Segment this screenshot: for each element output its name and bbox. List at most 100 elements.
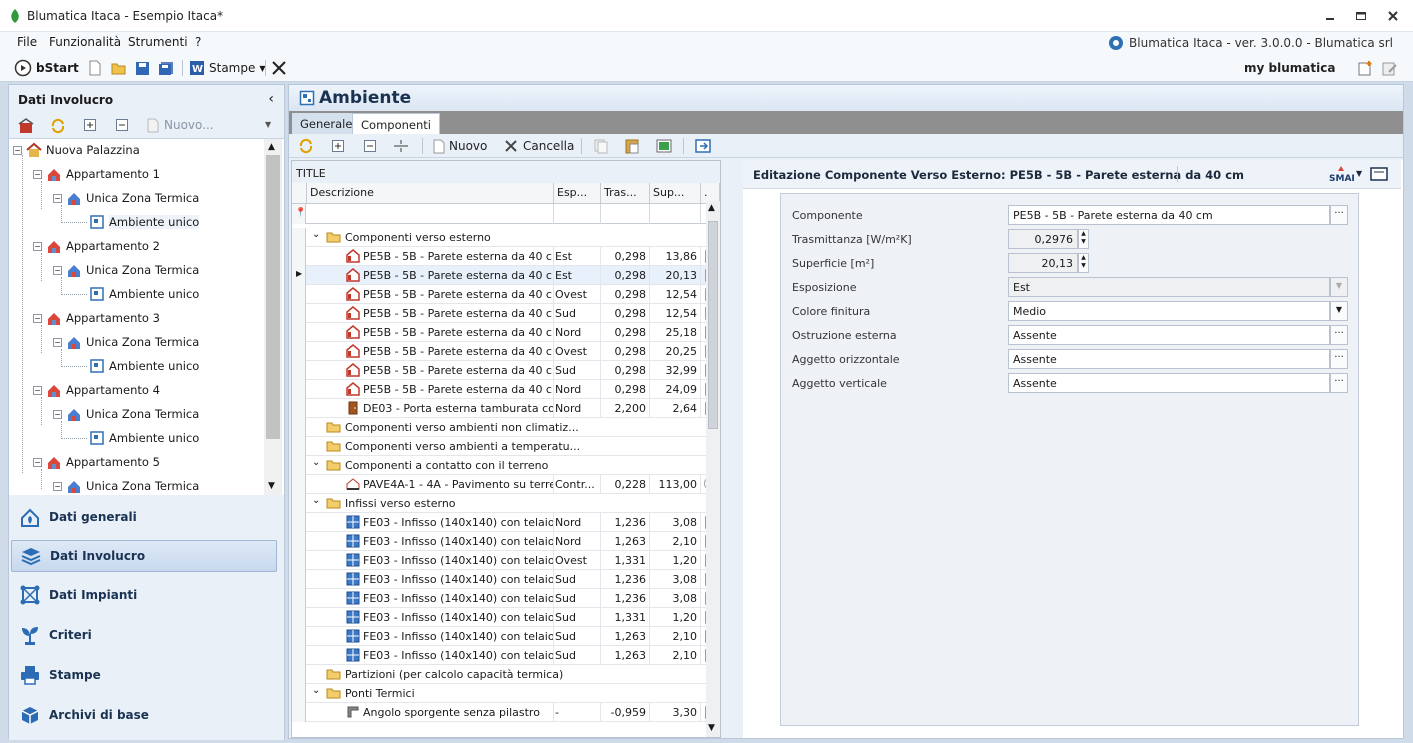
scroll-thumb[interactable] bbox=[708, 221, 718, 429]
tree-scrollbar[interactable]: ▲ ▼ bbox=[264, 139, 282, 495]
nav-dati-involucro[interactable]: Dati Involucro bbox=[11, 540, 277, 572]
expand-all-icon[interactable] bbox=[83, 118, 97, 132]
group-row[interactable]: ⌄ Ponti Termici bbox=[292, 684, 720, 703]
column-header-esposizione[interactable]: Esp... bbox=[554, 183, 601, 204]
superficie-input[interactable]: 20,13 bbox=[1008, 253, 1078, 273]
group-row[interactable]: ⌄ Componenti verso esterno bbox=[292, 228, 720, 247]
group-row[interactable]: Partizioni (per calcolo capacità termica… bbox=[292, 665, 720, 684]
group-row[interactable]: ⌄ Componenti a contatto con il terreno bbox=[292, 456, 720, 475]
scroll-up-icon[interactable]: ▲ bbox=[268, 142, 275, 152]
minimize-icon[interactable] bbox=[1322, 8, 1338, 24]
refresh-icon[interactable] bbox=[298, 138, 314, 154]
tools-icon[interactable] bbox=[271, 59, 287, 77]
table-row[interactable]: PE5B - 5B - Parete esterna da 40 cm Est 0,… bbox=[292, 246, 720, 266]
table-row[interactable]: PE5B - 5B - Parete esterna da 40 cm Sud 0,… bbox=[292, 360, 720, 380]
collapse-all-icon[interactable] bbox=[363, 138, 377, 154]
table-row[interactable]: FE03 - Infisso (140x140) con telaio l...… bbox=[292, 588, 720, 608]
table-row[interactable]: FE03 - Infisso (140x140) con telaio l...… bbox=[292, 550, 720, 570]
collapse-panel-icon[interactable]: ‹ bbox=[268, 91, 274, 107]
ellipsis-button[interactable]: ··· bbox=[1330, 373, 1348, 393]
collapse-toggle-icon[interactable]: − bbox=[13, 145, 22, 155]
add-note-icon[interactable] bbox=[1357, 59, 1373, 77]
column-header-descrizione[interactable]: Descrizione bbox=[307, 183, 554, 204]
group-row[interactable]: Componenti verso ambienti non climatiz..… bbox=[292, 418, 720, 437]
tree-node-zona[interactable]: − Unica Zona Termica bbox=[53, 260, 199, 280]
trasmittanza-input[interactable]: 0,2976 bbox=[1008, 229, 1078, 249]
tree-node-appartamento[interactable]: − Appartamento 3 bbox=[33, 308, 160, 328]
column-header-superficie[interactable]: Sup... bbox=[650, 183, 701, 204]
collapse-toggle-icon[interactable]: − bbox=[53, 409, 62, 419]
tab-componenti[interactable]: Componenti bbox=[352, 113, 440, 134]
collapse-toggle-icon[interactable]: − bbox=[53, 337, 62, 347]
column-header-trasmittanza[interactable]: Tras... bbox=[601, 183, 650, 204]
nav-criteri[interactable]: Criteri bbox=[11, 619, 277, 651]
maximize-icon[interactable] bbox=[1353, 8, 1369, 24]
table-row[interactable]: PAVE4A-1 - 4A - Pavimento su terre... Con… bbox=[292, 475, 720, 494]
table-row[interactable]: FE03 - Infisso (140x140) con telaio l...… bbox=[292, 607, 720, 627]
collapse-toggle-icon[interactable]: − bbox=[53, 193, 62, 203]
stampe-button[interactable]: W Stampe ▼ bbox=[189, 59, 266, 77]
nav-dati-generali[interactable]: Dati generali bbox=[11, 501, 277, 533]
save-icon[interactable] bbox=[135, 59, 150, 77]
expand-all-icon[interactable] bbox=[331, 138, 345, 154]
tree-node-ambiente[interactable]: Ambiente unico bbox=[89, 284, 199, 304]
tree-node-zona[interactable]: − Unica Zona Termica bbox=[53, 404, 199, 424]
table-row[interactable]: PE5B - 5B - Parete esterna da 40 cm Nord 0… bbox=[292, 379, 720, 399]
smart-icon[interactable]: SMART bbox=[1328, 165, 1354, 183]
table-row[interactable]: PE5B - 5B - Parete esterna da 40 cm Nord 0… bbox=[292, 322, 720, 342]
menu-funzionalita[interactable]: Funzionalità bbox=[49, 35, 121, 49]
filter-row[interactable]: 📍 bbox=[292, 204, 720, 224]
bstart-button[interactable]: bStart bbox=[14, 59, 79, 77]
aggetto-orizzontale-field[interactable]: Assente bbox=[1008, 349, 1330, 369]
export-icon[interactable] bbox=[695, 138, 711, 154]
table-row[interactable]: FE03 - Infisso (140x140) con telaio l...… bbox=[292, 626, 720, 646]
tree-node-appartamento[interactable]: − Appartamento 5 bbox=[33, 452, 160, 472]
nav-stampe[interactable]: Stampe bbox=[11, 659, 277, 691]
chevron-down-icon[interactable]: ⌄ bbox=[312, 457, 320, 468]
open-folder-icon[interactable] bbox=[111, 59, 127, 77]
tree-node-zona[interactable]: − Unica Zona Termica bbox=[53, 332, 199, 352]
table-row[interactable]: FE03 - Infisso (140x140) con telaio l...… bbox=[292, 645, 720, 665]
collapse-toggle-icon[interactable]: − bbox=[53, 265, 62, 275]
ellipsis-button[interactable]: ··· bbox=[1330, 205, 1348, 225]
scroll-up-icon[interactable]: ▲ bbox=[708, 203, 715, 213]
table-row[interactable]: PE5B - 5B - Parete esterna da 40 cm Sud 0,… bbox=[292, 303, 720, 323]
myblumatica-link[interactable]: my blumatica bbox=[1244, 59, 1335, 77]
group-row[interactable]: Componenti verso ambienti a temperatu... bbox=[292, 437, 720, 456]
grid-scrollbar[interactable]: ▲ ▼ bbox=[706, 201, 720, 737]
group-row[interactable]: ⌄ Infissi verso esterno bbox=[292, 494, 720, 513]
table-row[interactable]: FE03 - Infisso (140x140) con telaio l...… bbox=[292, 569, 720, 589]
tab-generale[interactable]: Generale bbox=[292, 113, 361, 134]
tree-node-ambiente[interactable]: Ambiente unico bbox=[89, 428, 199, 448]
nav-archivi-di-base[interactable]: Archivi di base bbox=[11, 699, 277, 731]
table-row[interactable]: FE03 - Infisso (140x140) con telaio l...… bbox=[292, 512, 720, 532]
ostruzione-esterna-field[interactable]: Assente bbox=[1008, 325, 1330, 345]
scroll-thumb[interactable] bbox=[266, 155, 280, 439]
refresh-icon[interactable] bbox=[50, 118, 66, 134]
copy-icon[interactable] bbox=[593, 138, 609, 154]
ellipsis-button[interactable]: ··· bbox=[1330, 349, 1348, 369]
close-icon[interactable] bbox=[1385, 8, 1401, 24]
building-tools-icon[interactable] bbox=[18, 118, 34, 134]
spinner-icon[interactable]: ▲ ▼ bbox=[1078, 253, 1089, 273]
table-row[interactable]: PE5B - 5B - Parete esterna da 40 cm Ovest… bbox=[292, 284, 720, 304]
paste-icon[interactable] bbox=[624, 138, 640, 154]
tree-node-zona[interactable]: − Unica Zona Termica bbox=[53, 188, 199, 208]
dropdown-arrow-icon[interactable]: ▼ bbox=[1330, 301, 1348, 321]
colore-finitura-field[interactable]: Medio bbox=[1008, 301, 1330, 321]
table-row[interactable]: FE03 - Infisso (140x140) con telaio l...… bbox=[292, 531, 720, 551]
aggetto-verticale-field[interactable]: Assente bbox=[1008, 373, 1330, 393]
nuovo-tree-button[interactable]: Nuovo... bbox=[147, 118, 214, 133]
tree-node-appartamento[interactable]: − Appartamento 1 bbox=[33, 164, 160, 184]
ellipsis-button[interactable]: ··· bbox=[1330, 325, 1348, 345]
menu-strumenti[interactable]: Strumenti bbox=[128, 35, 188, 49]
collapse-toggle-icon[interactable]: − bbox=[33, 169, 42, 179]
chevron-down-icon[interactable]: ⌄ bbox=[312, 229, 320, 240]
nuovo-button[interactable]: Nuovo bbox=[433, 138, 487, 154]
collapse-toggle-icon[interactable]: − bbox=[53, 481, 62, 491]
collapse-toggle-icon[interactable]: − bbox=[33, 385, 42, 395]
scroll-down-icon[interactable]: ▼ bbox=[708, 723, 715, 733]
table-row[interactable]: Angolo sporgente senza pilastro - -0,959 3,… bbox=[292, 702, 720, 722]
save-all-icon[interactable] bbox=[158, 59, 174, 77]
nav-dati-impianti[interactable]: Dati Impianti bbox=[11, 579, 277, 611]
